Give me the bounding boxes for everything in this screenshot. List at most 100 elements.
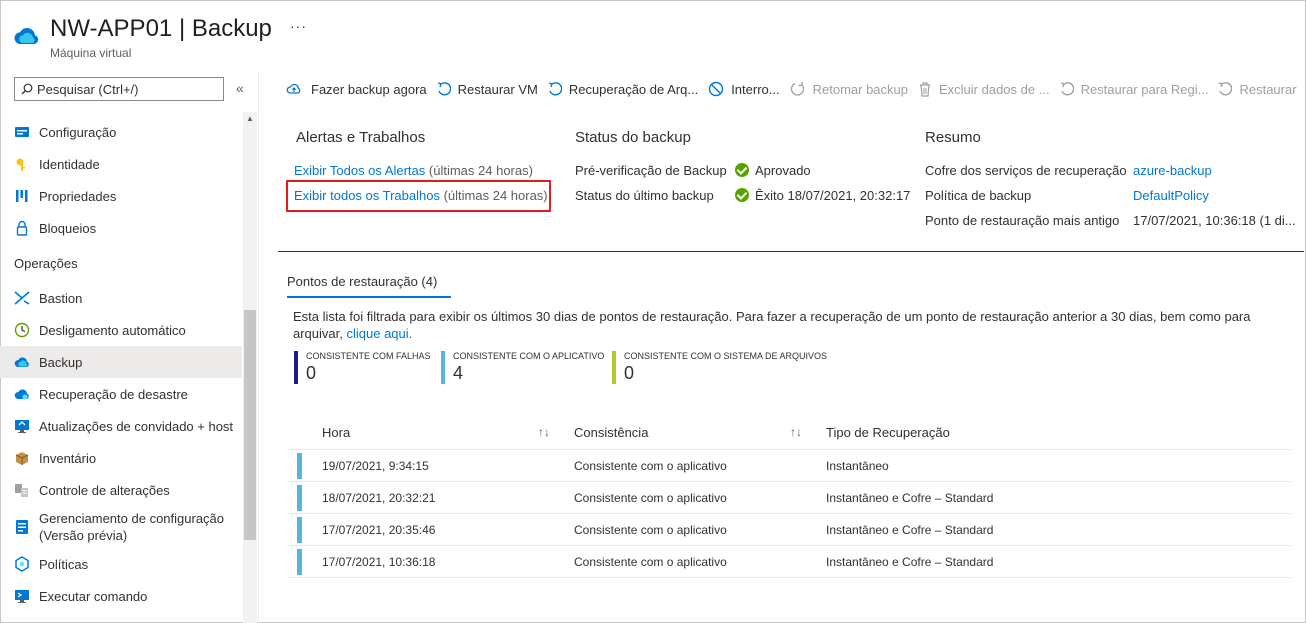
section-divider <box>278 251 1304 252</box>
sidebar: « Configuração Identidade Propriedades B… <box>0 72 259 623</box>
search-icon <box>21 83 33 95</box>
vault-link[interactable]: azure-backup <box>1133 163 1212 178</box>
view-alerts-link[interactable]: Exibir Todos os Alertas <box>294 163 425 178</box>
last-backup-label: Status do último backup <box>575 188 714 203</box>
sidebar-item-executar-comando[interactable]: Executar comando <box>0 580 242 612</box>
scrollbar-thumb[interactable] <box>244 310 256 540</box>
trash-icon <box>918 81 932 97</box>
sidebar-item-propriedades[interactable]: Propriedades <box>0 180 242 212</box>
sort-time-icon[interactable]: ↑↓ <box>538 425 550 439</box>
column-header-recovery-type[interactable]: Tipo de Recuperação <box>826 425 950 440</box>
restore-button[interactable]: Restaurar <box>1218 81 1297 97</box>
table-row[interactable]: 17/07/2021, 20:35:46 Consistente com o a… <box>287 514 1292 546</box>
stop-backup-button[interactable]: Interro... <box>708 81 780 97</box>
sidebar-item-configuracao[interactable]: Configuração <box>0 116 242 148</box>
view-jobs-link[interactable]: Exibir todos os Trabalhos <box>294 188 440 203</box>
backup-cloud-icon <box>14 354 30 370</box>
file-recovery-label: Recuperação de Arq... <box>568 81 699 97</box>
resume-icon <box>790 81 806 97</box>
table-header-row: Hora ↑↓ Consistência ↑↓ Tipo de Recupera… <box>287 416 1292 450</box>
column-header-time[interactable]: Hora <box>322 425 350 440</box>
sidebar-item-label: Controle de alterações <box>39 482 170 498</box>
table-row[interactable]: 18/07/2021, 20:32:21 Consistente com o a… <box>287 482 1292 514</box>
sidebar-item-recuperacao-desastre[interactable]: Recuperação de desastre <box>0 378 242 410</box>
restore-icon <box>1060 82 1074 96</box>
backup-now-button[interactable]: Fazer backup agora <box>286 82 427 97</box>
stat-app-consistent: CONSISTENTE COM O APLICATIVO 4 <box>441 351 604 384</box>
command-bar: Fazer backup agora Restaurar VM Recupera… <box>286 78 1306 100</box>
backup-status-title: Status do backup <box>575 129 691 146</box>
policy-link[interactable]: DefaultPolicy <box>1133 188 1209 203</box>
precheck-value: Aprovado <box>735 163 811 178</box>
backup-now-icon <box>286 82 304 96</box>
precheck-status-text: Aprovado <box>755 163 811 178</box>
cell-consistency: Consistente com o aplicativo <box>574 459 727 473</box>
cell-consistency: Consistente com o aplicativo <box>574 523 727 537</box>
bastion-icon <box>14 290 30 306</box>
sidebar-item-label: Políticas <box>39 556 89 572</box>
file-recovery-button[interactable]: Recuperação de Arq... <box>548 82 698 97</box>
updates-icon <box>14 418 30 434</box>
consistency-bar <box>297 517 302 543</box>
title-separator: | <box>178 15 186 42</box>
table-row[interactable]: 19/07/2021, 9:34:15 Consistente com o ap… <box>287 450 1292 482</box>
sidebar-item-label: Bastion <box>39 290 83 306</box>
consistency-bar <box>297 453 302 479</box>
config-icon <box>14 124 30 140</box>
sidebar-item-backup[interactable]: Backup <box>0 346 242 378</box>
consistency-bar <box>297 549 302 575</box>
restore-label: Restaurar <box>1239 81 1297 97</box>
lock-icon <box>14 220 30 236</box>
sidebar-item-identidade[interactable]: Identidade <box>0 148 242 180</box>
collapse-sidebar-button[interactable]: « <box>236 80 244 96</box>
cell-recovery-type: Instantâneo e Cofre – Standard <box>826 523 994 537</box>
run-command-icon <box>14 588 30 604</box>
sidebar-item-label: Desligamento automático <box>39 322 186 338</box>
stat-label: CONSISTENTE COM O SISTEMA DE ARQUIVOS <box>624 351 828 361</box>
sidebar-item-label: Bloqueios <box>39 220 97 236</box>
sidebar-item-label: Inventário <box>39 450 97 466</box>
cell-recovery-type: Instantâneo e Cofre – Standard <box>826 555 994 569</box>
search-input[interactable] <box>37 81 217 97</box>
cell-recovery-type: Instantâneo e Cofre – Standard <box>826 491 994 505</box>
sidebar-item-desligamento[interactable]: Desligamento automático <box>0 314 242 346</box>
sidebar-item-gerenciamento-config[interactable]: Gerenciamento de configuração (Versão pr… <box>0 506 242 548</box>
filter-info-text: Esta lista foi filtrada para exibir os ú… <box>293 308 1298 342</box>
restore-vm-button[interactable]: Restaurar VM <box>437 82 538 97</box>
restore-icon <box>437 82 451 96</box>
sidebar-item-controle-alteracoes[interactable]: Controle de alterações <box>0 474 242 506</box>
table-row[interactable]: 17/07/2021, 10:36:18 Consistente com o a… <box>287 546 1292 578</box>
page-title: NW-APP01 | Backup <box>50 14 272 44</box>
last-backup-status-text: Êxito 18/07/2021, 20:32:17 <box>755 188 911 203</box>
summary-title: Resumo <box>925 129 981 146</box>
sidebar-item-politicas[interactable]: Políticas <box>0 548 242 580</box>
cell-time: 18/07/2021, 20:32:21 <box>322 491 436 505</box>
more-actions-button[interactable]: ··· <box>290 18 307 34</box>
alerts-period: (últimas 24 horas) <box>428 163 533 178</box>
search-box[interactable] <box>14 77 224 101</box>
consistency-bar <box>297 485 302 511</box>
sidebar-scrollbar[interactable]: ▲ <box>243 112 257 623</box>
sidebar-item-bastion[interactable]: Bastion <box>0 282 242 314</box>
restore-secondary-region-button[interactable]: Restaurar para Regi... <box>1060 82 1208 97</box>
precheck-label: Pré-verificação de Backup <box>575 163 727 178</box>
alerts-section-title: Alertas e Trabalhos <box>296 129 426 146</box>
column-header-consistency[interactable]: Consistência <box>574 425 648 440</box>
stat-crash-consistent: CONSISTENTE COM FALHAS 0 <box>294 351 431 384</box>
delete-backup-data-button[interactable]: Excluir dados de ... <box>918 81 1050 97</box>
cell-consistency: Consistente com o aplicativo <box>574 555 727 569</box>
tab-restore-points[interactable]: Pontos de restauração (4) <box>287 274 437 289</box>
sidebar-item-label: Configuração <box>39 124 117 140</box>
resume-backup-button[interactable]: Retomar backup <box>790 81 908 97</box>
policy-label: Política de backup <box>925 188 1032 203</box>
sidebar-item-inventario[interactable]: Inventário <box>0 442 242 474</box>
stat-value: 0 <box>624 363 635 383</box>
scroll-up-icon[interactable]: ▲ <box>246 114 254 123</box>
sidebar-item-label: Backup <box>39 354 83 370</box>
last-backup-value: Êxito 18/07/2021, 20:32:17 <box>735 188 910 203</box>
archive-link[interactable]: clique aqui. <box>347 326 413 341</box>
sidebar-item-bloqueios[interactable]: Bloqueios <box>0 212 242 244</box>
stat-label: CONSISTENTE COM FALHAS <box>306 351 431 361</box>
sidebar-item-atualizacoes[interactable]: Atualizações de convidado + host <box>0 410 242 442</box>
sort-consistency-icon[interactable]: ↑↓ <box>790 425 802 439</box>
